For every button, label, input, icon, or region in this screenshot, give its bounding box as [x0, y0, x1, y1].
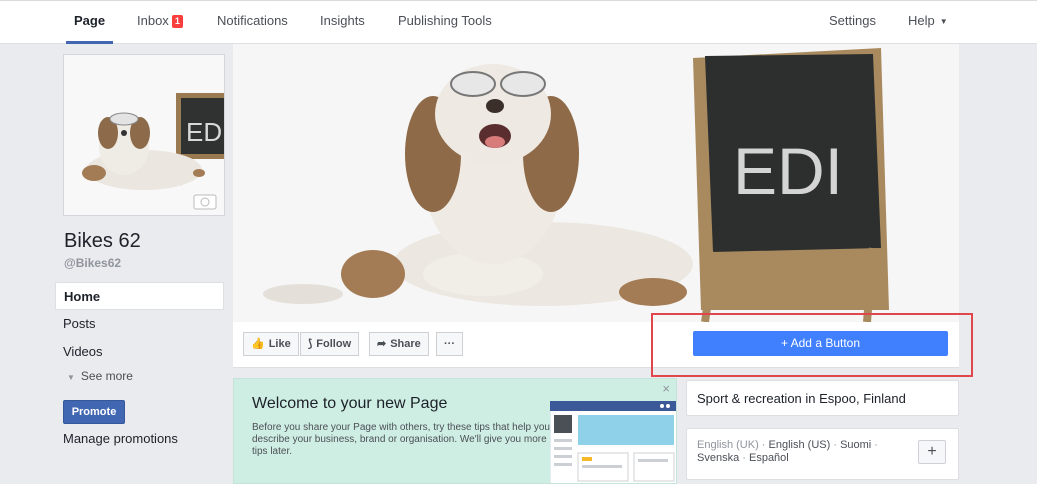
thumbs-up-icon: 👍 [251, 338, 265, 350]
promote-button[interactable]: Promote [63, 400, 125, 424]
lang-espanol[interactable]: Español [749, 452, 789, 464]
profile-board-text: EDI [186, 117, 224, 147]
cover-photo-image: EDI [233, 44, 959, 322]
tab-inbox-label: Inbox [137, 13, 169, 28]
see-more-link[interactable]: ▼ See more [55, 366, 224, 388]
rss-icon: ⟆ [308, 338, 313, 350]
see-more-label: See more [80, 369, 133, 383]
inbox-badge: 1 [171, 15, 183, 28]
caret-down-icon: ▼ [939, 17, 948, 26]
cover-photo[interactable]: EDI [233, 44, 959, 322]
active-tab-underline [66, 41, 113, 44]
share-arrow-icon: ➦ [377, 338, 387, 350]
lang-separator: · [871, 439, 878, 451]
tab-notifications[interactable]: Notifications [217, 13, 288, 28]
share-label: Share [390, 338, 421, 350]
page-name: Bikes 62 [64, 230, 141, 252]
add-language-button[interactable]: + [918, 440, 946, 464]
tab-publishing-tools[interactable]: Publishing Tools [398, 13, 492, 28]
close-icon[interactable]: × [662, 381, 670, 396]
lang-separator: · [830, 439, 841, 451]
lang-separator: · [758, 439, 769, 451]
like-button[interactable]: 👍 Like [243, 332, 299, 356]
menu-item-posts[interactable]: Posts [55, 310, 224, 338]
tab-settings[interactable]: Settings [829, 13, 876, 28]
follow-button[interactable]: ⟆ Follow [300, 332, 360, 356]
lang-english-us[interactable]: English (US) [769, 439, 831, 451]
manage-promotions-link[interactable]: Manage promotions [63, 431, 178, 446]
share-button[interactable]: ➦ Share [369, 332, 429, 356]
profile-picture-image: EDI [64, 55, 224, 215]
highlight-annotation [651, 313, 973, 377]
menu-item-home[interactable]: Home [55, 282, 224, 310]
category-card: Sport & recreation in Espoo, Finland [686, 380, 959, 416]
tab-help-label: Help [908, 13, 935, 28]
welcome-title: Welcome to your new Page [252, 395, 448, 412]
tab-page[interactable]: Page [74, 13, 105, 28]
welcome-card: Welcome to your new Page Before you shar… [233, 378, 677, 484]
lang-english-uk[interactable]: English (UK) [697, 439, 759, 451]
top-nav: Page Inbox 1 Notifications Insights Publi… [0, 0, 1037, 44]
like-label: Like [268, 338, 291, 350]
browser-illustration-icon [550, 401, 676, 483]
lang-separator: · [739, 452, 749, 464]
menu-item-videos[interactable]: Videos [55, 338, 224, 366]
tab-insights[interactable]: Insights [320, 13, 365, 28]
tab-help[interactable]: Help ▼ [908, 13, 948, 28]
lang-suomi[interactable]: Suomi [840, 439, 871, 451]
page-handle[interactable]: @Bikes62 [64, 256, 121, 270]
more-button[interactable]: ··· [436, 332, 463, 356]
left-menu: Home Posts Videos ▼ See more [55, 282, 224, 388]
category-text: Sport & recreation in Espoo, Finland [697, 391, 906, 406]
chevron-down-icon: ▼ [67, 373, 75, 382]
welcome-text: Before you share your Page with others, … [252, 422, 550, 457]
follow-label: Follow [316, 338, 352, 350]
profile-picture[interactable]: EDI [63, 54, 225, 216]
tab-inbox[interactable]: Inbox 1 [137, 13, 183, 28]
cover-board-text: EDI [733, 134, 843, 208]
lang-svenska[interactable]: Svenska [697, 452, 739, 464]
